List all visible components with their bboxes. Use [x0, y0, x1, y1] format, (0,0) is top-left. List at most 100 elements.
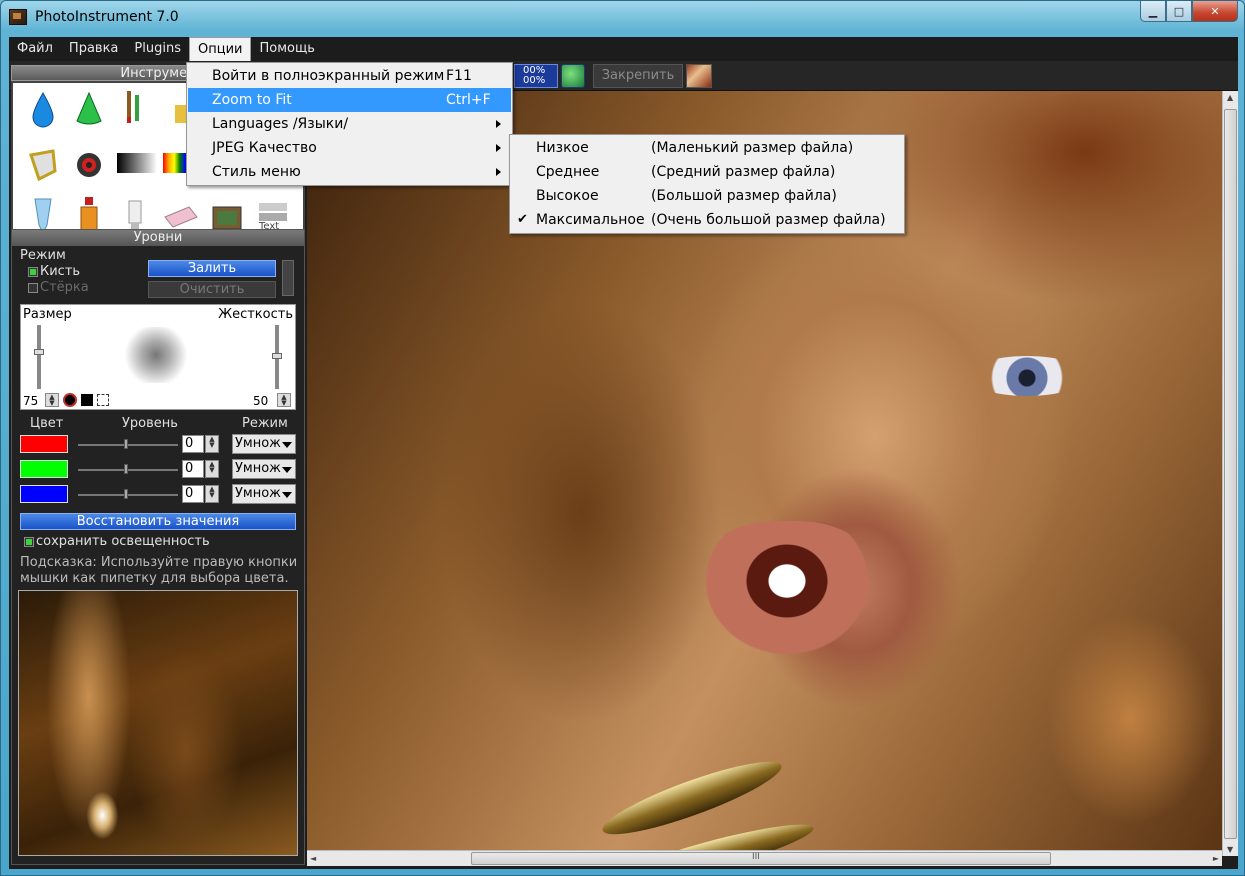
drop-tool-icon[interactable] [25, 89, 61, 129]
options-menu: Войти в полноэкранный режим F11 Zoom to … [186, 62, 513, 186]
red-swatch[interactable] [20, 435, 68, 453]
menu-style-label: Стиль меню [212, 164, 301, 180]
horizontal-scrollbar[interactable]: ◄ III ► [307, 850, 1222, 866]
menu-options[interactable]: Опции [188, 37, 252, 61]
jpeg-maximum-desc: (Очень большой размер файла) [651, 212, 886, 228]
vertical-scroll-thumb[interactable] [1224, 109, 1237, 839]
window-title: PhotoInstrument 7.0 [35, 9, 179, 25]
green-mode-value: Умнож [235, 461, 281, 476]
maximize-button[interactable]: □ [1166, 1, 1192, 22]
menu-jpeg-quality[interactable]: JPEG Качество [188, 136, 511, 160]
eraser-label: Стёрка [40, 280, 89, 295]
hardness-label: Жесткость [218, 307, 293, 322]
jpeg-maximum[interactable]: ✔ Максимальное (Очень большой размер фай… [511, 208, 903, 232]
hardness-value: 50 [253, 394, 269, 408]
menu-help[interactable]: Помощь [251, 37, 322, 61]
size-slider-knob[interactable] [34, 349, 44, 355]
blue-slider-knob[interactable] [124, 489, 128, 499]
vertical-scrollbar[interactable]: ▲ ▼ [1222, 91, 1238, 856]
blue-level-input[interactable]: 0 [182, 485, 204, 503]
eraser-radio[interactable] [28, 283, 38, 293]
menu-fullscreen[interactable]: Войти в полноэкранный режим F11 [188, 64, 511, 88]
scroll-grip-icon: III [752, 852, 760, 862]
blue-swatch[interactable] [20, 485, 68, 503]
title-bar[interactable]: PhotoInstrument 7.0 ▁ □ ✕ [1, 1, 1244, 35]
app-icon[interactable] [9, 9, 27, 25]
photo-thumbnail-icon[interactable] [686, 64, 712, 88]
menu-plugins[interactable]: Plugins [126, 37, 189, 61]
scroll-down-icon[interactable]: ▼ [1227, 845, 1233, 854]
menu-bar: Файл Правка Plugins Опции Помощь [9, 37, 1238, 61]
red-slider-knob[interactable] [124, 439, 128, 449]
menu-fullscreen-label: Войти в полноэкранный режим [212, 68, 445, 84]
keep-lightness-checkbox[interactable] [24, 537, 34, 547]
scroll-up-icon[interactable]: ▲ [1227, 93, 1233, 102]
menu-languages[interactable]: Languages /Языки/ [188, 112, 511, 136]
menu-zoom-to-fit[interactable]: Zoom to Fit Ctrl+F [188, 88, 511, 112]
gradient-tool-icon[interactable] [117, 153, 157, 173]
menu-edit[interactable]: Правка [61, 37, 126, 61]
hardness-spinner[interactable]: ▲ ▼ [277, 393, 291, 407]
chevron-down-icon [282, 492, 292, 498]
green-level-spinner[interactable]: ▲ ▼ [205, 460, 219, 478]
jpeg-high-desc: (Большой размер файла) [651, 188, 837, 204]
round-brush-icon[interactable] [63, 393, 77, 407]
jpeg-medium[interactable]: Среднее (Средний размер файла) [511, 160, 903, 184]
green-slider-knob[interactable] [124, 464, 128, 474]
level-column-header: Уровень [122, 416, 178, 431]
menu-file[interactable]: Файл [9, 37, 61, 61]
hardness-slider-knob[interactable] [272, 353, 282, 359]
redeye-tool-icon[interactable] [71, 147, 107, 187]
panel-grip[interactable] [282, 260, 294, 296]
scroll-right-icon[interactable]: ► [1213, 854, 1219, 863]
square-brush-icon[interactable] [81, 394, 93, 406]
cone-tool-icon[interactable] [71, 89, 107, 129]
zoom-button[interactable]: 00% 00% [514, 64, 558, 88]
restore-values-button[interactable]: Восстановить значения [20, 513, 296, 530]
red-level-spinner[interactable]: ▲ ▼ [205, 435, 219, 453]
preview-image[interactable] [18, 590, 298, 856]
menu-style[interactable]: Стиль меню [188, 160, 511, 184]
zoom-label-2: 00% [523, 75, 546, 86]
size-spinner[interactable]: ▲ ▼ [45, 393, 59, 407]
green-swatch[interactable] [20, 460, 68, 478]
menu-languages-label: Languages /Языки/ [212, 116, 349, 132]
clear-button[interactable]: Очистить [148, 281, 276, 298]
jpeg-high-label: Высокое [536, 188, 599, 204]
size-slider[interactable] [37, 325, 41, 389]
brush-radio[interactable] [28, 267, 38, 277]
red-level-slider[interactable] [78, 444, 178, 446]
fill-button[interactable]: Залить [148, 260, 276, 277]
red-level-input[interactable]: 0 [182, 435, 204, 453]
red-mode-select[interactable]: Умнож [232, 434, 296, 454]
jpeg-low[interactable]: Низкое (Маленький размер файла) [511, 136, 903, 160]
menu-fullscreen-shortcut: F11 [446, 68, 472, 84]
menu-zoom-to-fit-shortcut: Ctrl+F [446, 92, 491, 108]
blue-level-slider[interactable] [78, 494, 178, 496]
mode-column-header: Режим [242, 416, 288, 431]
horizontal-scroll-thumb[interactable]: III [471, 852, 1051, 865]
scroll-left-icon[interactable]: ◄ [310, 854, 316, 863]
green-level-input[interactable]: 0 [182, 460, 204, 478]
mode-label: Режим [20, 248, 66, 263]
blue-level-spinner[interactable]: ▲ ▼ [205, 485, 219, 503]
lasso-tool-icon[interactable] [25, 145, 61, 185]
green-level-slider[interactable] [78, 469, 178, 471]
brush-preview [121, 327, 191, 383]
close-button[interactable]: ✕ [1192, 1, 1238, 22]
jpeg-low-desc: (Маленький размер файла) [651, 140, 854, 156]
photo-lips [687, 521, 887, 671]
pin-button[interactable]: Закрепить [593, 64, 683, 88]
color-column-header: Цвет [30, 416, 64, 431]
zoom-globe-icon[interactable] [561, 64, 585, 88]
selection-brush-icon[interactable] [97, 394, 109, 406]
hint-line-2: мышки как пипетку для выбора цвета. [20, 571, 289, 586]
green-mode-select[interactable]: Умнож [232, 459, 296, 479]
brush-label: Кисть [40, 264, 81, 279]
brush-tool-icon[interactable] [117, 87, 153, 127]
jpeg-high[interactable]: Высокое (Большой размер файла) [511, 184, 903, 208]
blue-mode-select[interactable]: Умнож [232, 484, 296, 504]
jpeg-quality-submenu: Низкое (Маленький размер файла) Среднее … [509, 134, 905, 234]
size-value: 75 [23, 394, 39, 408]
minimize-button[interactable]: ▁ [1140, 1, 1166, 22]
